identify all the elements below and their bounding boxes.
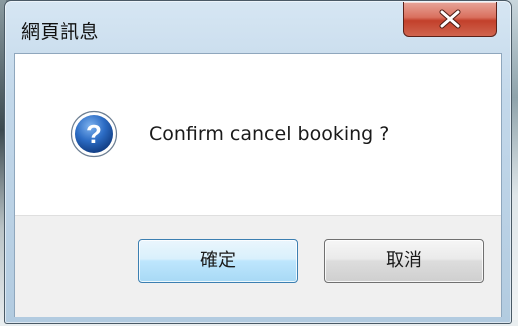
title-bar[interactable]: 網頁訊息 xyxy=(5,1,511,53)
close-icon xyxy=(439,9,461,29)
dialog-body: ? Confirm cancel booking ? 確定 取消 xyxy=(14,53,502,317)
button-bar: 確定 取消 xyxy=(15,215,501,317)
dialog-message: Confirm cancel booking ? xyxy=(149,123,390,145)
ok-button[interactable]: 確定 xyxy=(138,239,298,283)
question-icon: ? xyxy=(70,110,118,158)
message-dialog: 網頁訊息 ? Confirm cancel booking ? 確定 取消 xyxy=(4,0,512,324)
close-button[interactable] xyxy=(403,2,497,37)
svg-text:?: ? xyxy=(86,119,102,149)
window-title: 網頁訊息 xyxy=(21,21,100,43)
cancel-button[interactable]: 取消 xyxy=(324,239,484,283)
message-area: ? Confirm cancel booking ? xyxy=(15,54,501,215)
